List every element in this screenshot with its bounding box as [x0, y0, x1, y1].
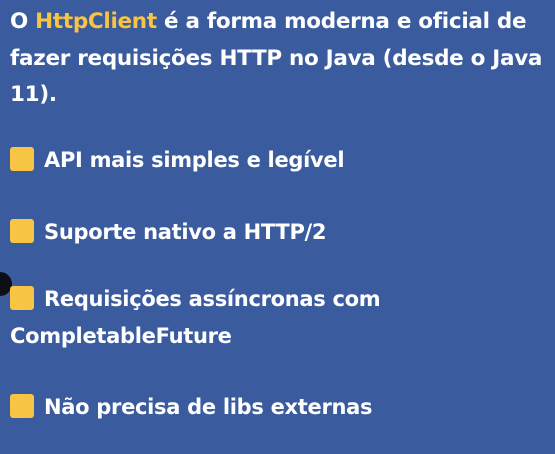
bullet-square-icon: [10, 286, 34, 310]
intro-paragraph: O HttpClient é a forma moderna e oficial…: [10, 4, 555, 114]
bullet-square-icon: [10, 394, 34, 418]
intro-highlight: HttpClient: [35, 9, 157, 34]
list-item-label: Suporte nativo a HTTP/2: [44, 220, 327, 244]
list-item: Suporte nativo a HTTP/2: [10, 214, 327, 251]
list-item-label: Requisições assíncronas com CompletableF…: [10, 287, 381, 348]
list-item-label: API mais simples e legível: [44, 148, 345, 172]
list-item: Requisições assíncronas com CompletableF…: [10, 281, 530, 355]
bullet-square-icon: [10, 147, 34, 171]
list-item: API mais simples e legível: [10, 142, 345, 179]
intro-prefix: O: [10, 9, 36, 34]
list-item-label: Não precisa de libs externas: [44, 395, 373, 419]
bullet-square-icon: [10, 219, 34, 243]
list-item: Não precisa de libs externas: [10, 389, 373, 426]
